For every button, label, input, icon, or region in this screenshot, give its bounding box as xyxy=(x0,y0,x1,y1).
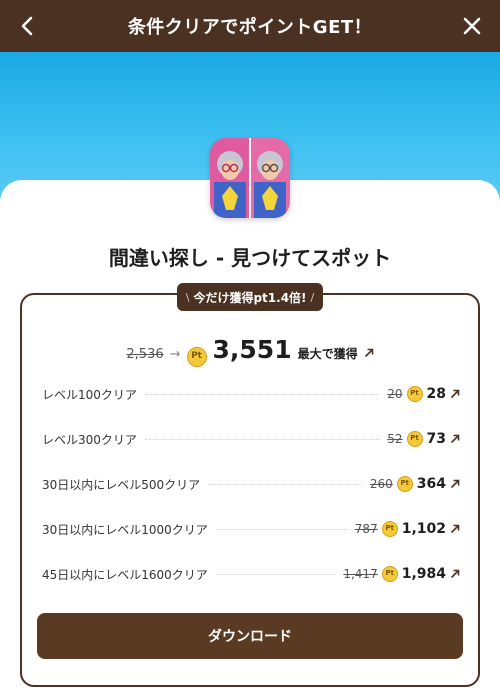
task-label: レベル100クリア xyxy=(42,387,137,402)
external-arrow-icon xyxy=(450,434,460,444)
task-row: 30日以内にレベル500クリア 260 Pt 364 xyxy=(42,474,460,494)
task-points: 1,102 xyxy=(401,521,446,537)
task-original-points: 20 xyxy=(387,387,403,401)
close-icon[interactable] xyxy=(458,12,486,40)
download-button[interactable]: ダウンロード xyxy=(37,613,463,659)
task-label: 30日以内にレベル500クリア xyxy=(42,477,201,492)
total-original-points: 2,536 xyxy=(126,347,164,362)
task-row: 30日以内にレベル1000クリア 787 Pt 1,102 xyxy=(42,519,460,539)
external-arrow-icon xyxy=(450,479,460,489)
app-icon xyxy=(210,138,290,218)
external-arrow-icon xyxy=(450,524,460,534)
task-original-points: 52 xyxy=(387,432,403,446)
task-label: 30日以内にレベル1000クリア xyxy=(42,522,208,537)
task-row: 45日以内にレベル1600クリア 1,417 Pt 1,984 xyxy=(42,564,460,584)
dotted-leader xyxy=(208,483,362,485)
dotted-leader xyxy=(215,528,347,530)
task-points: 73 xyxy=(426,431,446,447)
arrow-right-icon: → xyxy=(169,347,181,362)
task-points: 28 xyxy=(426,386,446,402)
total-suffix: 最大で獲得 xyxy=(297,347,358,361)
task-points: 1,984 xyxy=(401,566,446,582)
chevron-left-icon[interactable] xyxy=(14,12,42,40)
task-label: レベル300クリア xyxy=(42,432,137,447)
task-row: レベル300クリア 52 Pt 73 xyxy=(42,429,460,449)
point-coin-icon: Pt xyxy=(381,521,398,537)
bonus-badge: \ 今だけ獲得pt1.4倍! / xyxy=(177,283,323,311)
app-title: 間違い探し - 見つけてスポット xyxy=(108,246,392,270)
dotted-leader xyxy=(144,438,380,440)
external-arrow-icon xyxy=(450,389,460,399)
page-title: 条件クリアでポイントGET！ xyxy=(127,17,373,38)
badge-right-mark: / xyxy=(310,290,315,304)
dotted-leader xyxy=(144,393,380,395)
task-points: 364 xyxy=(416,476,446,492)
external-arrow-icon xyxy=(450,569,460,579)
task-row: レベル100クリア 20 Pt 28 xyxy=(42,384,460,404)
total-points-value: 3,551 xyxy=(212,335,292,364)
point-coin-icon: Pt xyxy=(396,476,413,492)
external-arrow-icon xyxy=(364,348,373,358)
total-points-row: 2,536 → Pt 3,551 最大で獲得 xyxy=(0,335,500,367)
point-coin-icon: Pt xyxy=(381,566,398,582)
task-original-points: 1,417 xyxy=(343,567,378,581)
badge-text: 今だけ獲得pt1.4倍! xyxy=(193,290,307,305)
task-label: 45日以内にレベル1600クリア xyxy=(42,567,208,582)
dotted-leader xyxy=(215,573,336,575)
header-bar: 条件クリアでポイントGET！ xyxy=(0,0,500,52)
point-coin-icon: Pt xyxy=(406,431,423,447)
point-coin-icon: Pt xyxy=(406,386,423,402)
task-original-points: 260 xyxy=(369,477,393,491)
task-original-points: 787 xyxy=(354,522,378,536)
badge-left-mark: \ xyxy=(185,290,190,304)
point-coin-icon: Pt xyxy=(186,347,207,367)
